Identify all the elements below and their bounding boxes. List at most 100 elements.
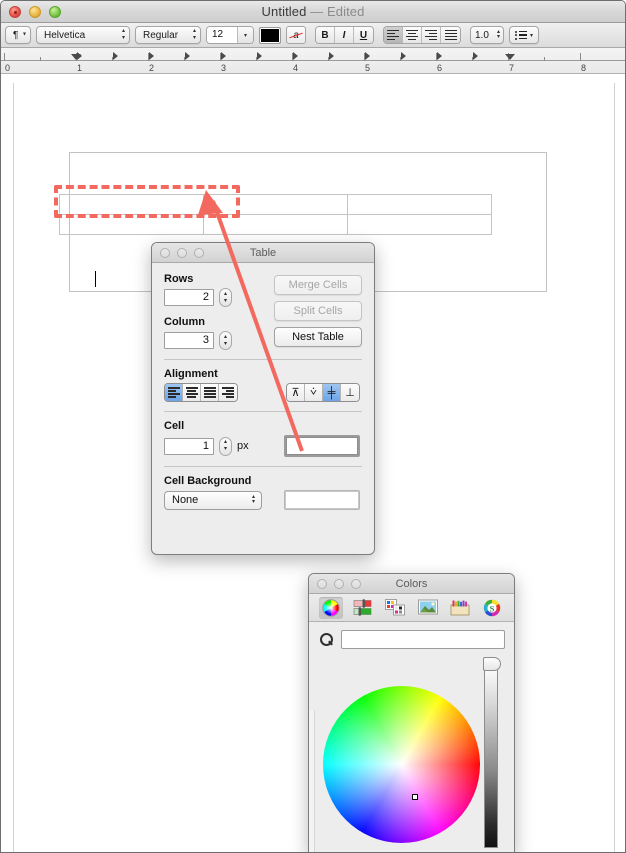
tab-stop[interactable] [257, 52, 262, 60]
font-size-value[interactable]: 12 [207, 27, 237, 43]
close-button[interactable] [317, 578, 327, 589]
search-icon [320, 632, 334, 647]
color-wheel-area [309, 653, 514, 852]
minimize-button[interactable] [29, 6, 41, 18]
cell-background-row: None ▴ ▾ [164, 490, 362, 510]
align-justify-button[interactable] [441, 27, 460, 43]
highlight-a-glyph: a [293, 29, 299, 41]
align-justify-icon [444, 29, 457, 41]
rows-input[interactable]: 2 [164, 289, 214, 306]
merge-cells-button[interactable]: Merge Cells [274, 275, 362, 295]
cell-border-color-well[interactable] [284, 435, 360, 457]
tab-stop[interactable] [401, 52, 406, 60]
image-palettes-icon[interactable] [416, 597, 440, 619]
h-align-center-button[interactable] [183, 384, 201, 401]
zoom-button[interactable] [351, 578, 361, 589]
align-center-icon [406, 29, 418, 41]
cell-background-value: None [172, 494, 199, 506]
cell-background-popup[interactable]: None ▴ ▾ [164, 490, 262, 510]
vertical-alignment-group: ⊼ ⩒ ╪ ⊥ [286, 383, 360, 402]
list-style-button[interactable]: ▾ [509, 26, 539, 44]
font-family-value: Helvetica [44, 29, 86, 41]
v-align-bottom-button[interactable]: ⊥ [341, 384, 359, 401]
document-title: Untitled [261, 4, 307, 19]
cell-border-row: 1 ▴ ▾ px [164, 435, 362, 457]
ruler-tick [580, 53, 581, 61]
close-button[interactable] [160, 247, 170, 258]
align-center-button[interactable] [403, 27, 422, 43]
v-align-top-button[interactable]: ⊼ [287, 384, 305, 401]
minimize-button[interactable] [334, 578, 344, 589]
remove-highlight-button[interactable]: a [286, 26, 306, 44]
right-indent-marker[interactable] [505, 54, 515, 60]
cell-border-width-input[interactable]: 1 [164, 437, 214, 455]
window-controls [9, 6, 61, 18]
ruler-number: 1 [77, 63, 83, 73]
cell-label: Cell [164, 420, 185, 432]
text-caret [95, 271, 96, 287]
split-cells-button[interactable]: Split Cells [274, 301, 362, 321]
italic-button[interactable]: I [335, 27, 354, 43]
font-size-combo[interactable]: 12 ▾ [206, 26, 254, 44]
colors-mode-toolbar: S [309, 594, 514, 622]
custom-spectrum-icon[interactable]: S [480, 597, 504, 619]
font-style-popup[interactable]: Regular ▴ ▾ [135, 26, 201, 44]
tab-stop[interactable] [77, 52, 82, 60]
bold-button[interactable]: B [316, 27, 335, 43]
align-right-button[interactable] [422, 27, 441, 43]
minimize-button[interactable] [177, 247, 187, 258]
paragraph-style-button[interactable]: ¶ ▾ [5, 26, 31, 44]
crayons-icon[interactable] [448, 597, 472, 619]
column-input[interactable]: 3 [164, 332, 214, 349]
ruler-number: 8 [581, 63, 587, 73]
tab-stop[interactable] [293, 52, 298, 60]
font-family-popup[interactable]: Helvetica ▴ ▾ [36, 26, 130, 44]
v-align-middle-top-button[interactable]: ⩒ [305, 384, 323, 401]
tab-stop[interactable] [437, 52, 442, 60]
colors-panel: Colors S [308, 573, 515, 852]
ruler-tick [4, 53, 5, 61]
nest-table-button[interactable]: Nest Table [274, 327, 362, 347]
line-spacing-stepper[interactable]: 1.0 ▴ ▾ [470, 26, 504, 44]
text-style-group: B I U [315, 26, 374, 44]
edited-status: Edited [326, 4, 365, 19]
table-action-buttons: Merge Cells Split Cells Nest Table [274, 275, 362, 347]
table-cell[interactable] [347, 194, 492, 215]
tab-stop[interactable] [185, 52, 190, 60]
tab-stop[interactable] [221, 52, 226, 60]
h-align-justify-button[interactable] [201, 384, 219, 401]
tab-stop[interactable] [365, 52, 370, 60]
underline-button[interactable]: U [354, 27, 373, 43]
h-align-right-button[interactable] [219, 384, 237, 401]
color-sliders-icon[interactable] [351, 597, 375, 619]
column-stepper[interactable]: ▴ ▾ [219, 331, 232, 350]
cell-background-color-well[interactable] [284, 490, 360, 510]
rows-stepper[interactable]: ▴ ▾ [219, 288, 232, 307]
v-align-center-button[interactable]: ╪ [323, 384, 341, 401]
ruler-baseline [1, 60, 625, 61]
text-color-swatch[interactable] [259, 26, 281, 44]
tab-stop[interactable] [149, 52, 154, 60]
zoom-button[interactable] [49, 6, 61, 18]
color-wheel-picker[interactable] [323, 686, 480, 843]
tab-stop[interactable] [473, 52, 478, 60]
color-wheel-marker[interactable] [412, 794, 418, 800]
tab-stop[interactable] [329, 52, 334, 60]
zoom-button[interactable] [194, 247, 204, 258]
align-left-button[interactable] [384, 27, 403, 43]
table-cell[interactable] [347, 214, 492, 235]
brightness-slider-knob[interactable] [483, 657, 501, 671]
document-ruler[interactable]: 0 1 2 3 4 5 6 7 8 [1, 48, 625, 74]
color-search-input[interactable] [341, 630, 505, 649]
cell-border-width-stepper[interactable]: ▴ ▾ [219, 436, 232, 456]
paragraph-icon: ¶ [13, 29, 19, 41]
color-palettes-icon[interactable] [383, 597, 407, 619]
font-size-dropdown-icon[interactable]: ▾ [237, 27, 253, 43]
color-wheel-icon[interactable] [319, 596, 344, 619]
px-unit-label: px [237, 440, 249, 452]
close-button[interactable] [9, 6, 21, 18]
brightness-slider[interactable] [484, 663, 498, 848]
tab-stop[interactable] [113, 52, 118, 60]
stepper-arrows-icon: ▴ ▾ [496, 29, 500, 40]
h-align-left-button[interactable] [165, 384, 183, 401]
